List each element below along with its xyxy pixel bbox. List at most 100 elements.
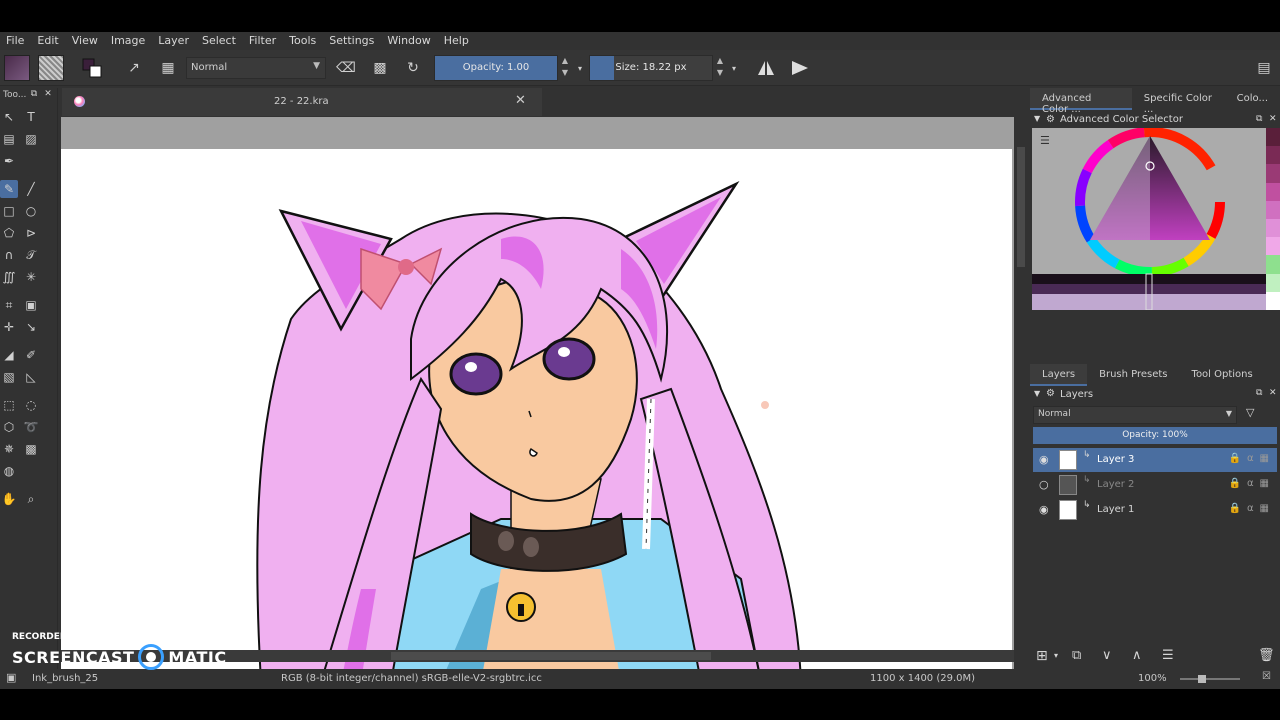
crop-tool-icon[interactable]: ⌗ (0, 296, 18, 314)
workspace-icon[interactable]: ▤ (1252, 56, 1276, 80)
mirror-vertical-icon[interactable] (788, 56, 812, 80)
horizontal-scroll-thumb[interactable] (391, 652, 711, 660)
color-dock-float-icon[interactable]: ⧉ (1256, 114, 1262, 124)
layer-blend-select[interactable]: Normal ▼ (1033, 406, 1237, 424)
vertical-scrollbar[interactable] (1014, 117, 1028, 682)
measure-tool-icon[interactable]: ◺ (22, 368, 40, 386)
menu-select[interactable]: Select (202, 34, 236, 47)
vertical-scroll-thumb[interactable] (1017, 147, 1025, 267)
mirror-horizontal-icon[interactable] (754, 56, 778, 80)
fg-bg-color-icon[interactable] (80, 56, 104, 80)
similar-select-icon[interactable]: ▩ (22, 440, 40, 458)
layer-row-3[interactable]: ◉ ↳ Layer 3 🔒α▦ (1033, 448, 1277, 472)
canvas-area[interactable] (61, 117, 1014, 682)
multibrush-icon[interactable]: ✳ (22, 268, 40, 286)
zoom-slider[interactable] (1180, 678, 1240, 680)
visibility-eye-icon[interactable]: ◉ (1039, 503, 1049, 516)
add-layer-menu-icon[interactable]: ▾ (1054, 651, 1058, 660)
dock-close-icon[interactable]: ✕ (42, 88, 54, 100)
eraser-icon[interactable]: ⌫ (334, 56, 358, 80)
status-close-icon[interactable]: ☒ (1262, 671, 1271, 682)
pattern-swatch[interactable] (38, 55, 64, 81)
layer-row-2[interactable]: ○ ↳ Layer 2 🔒α▦ (1033, 473, 1277, 497)
opacity-slider[interactable]: Opacity: 1.00 (434, 55, 558, 81)
menu-settings[interactable]: Settings (329, 34, 374, 47)
dock-float-icon[interactable]: ⧉ (28, 88, 40, 100)
layer-properties-icon[interactable]: ☰ (1162, 648, 1174, 663)
layer-row-1[interactable]: ◉ ↳ Layer 1 🔒α▦ (1033, 498, 1277, 522)
calligraphy-icon[interactable]: ✒ (0, 152, 18, 170)
assistant-tool-icon[interactable]: ↘ (22, 318, 40, 336)
palette-swatch[interactable] (1266, 273, 1280, 292)
menu-file[interactable]: File (6, 34, 24, 47)
color-dock-close-icon[interactable]: ✕ (1269, 114, 1277, 124)
ellipse-select-icon[interactable]: ◌ (22, 396, 40, 414)
palette-swatch[interactable] (1266, 146, 1280, 165)
menu-filter[interactable]: Filter (249, 34, 276, 47)
collapse-icon[interactable]: ▼ (1034, 114, 1040, 123)
polygon-tool-icon[interactable]: ⬠ (0, 224, 18, 242)
fill-tool-icon[interactable]: ◢ (0, 346, 18, 364)
menu-image[interactable]: Image (111, 34, 145, 47)
select-shapes-icon[interactable]: ↖ (0, 108, 18, 126)
color-picker-icon[interactable]: ✐ (22, 346, 40, 364)
color-config-icon[interactable]: ☰ (1040, 134, 1054, 148)
size-slider[interactable]: Size: 18.22 px (589, 55, 713, 81)
polyline-tool-icon[interactable]: ⊳ (22, 224, 40, 242)
zoom-slider-handle[interactable] (1198, 675, 1206, 683)
size-menu-icon[interactable]: ▾ (722, 56, 746, 80)
layer-filter-icon[interactable]: ▽ (1246, 406, 1254, 419)
reload-preset-icon[interactable]: ↻ (401, 56, 425, 80)
palette-swatch[interactable] (1266, 128, 1280, 147)
layer-lock-icons[interactable]: 🔒α▦ (1229, 453, 1276, 464)
bezier-select-icon[interactable]: ◍ (0, 462, 18, 480)
palette-swatch[interactable] (1266, 182, 1280, 201)
palette-swatch[interactable] (1266, 164, 1280, 183)
text-tool-icon[interactable]: T (22, 108, 40, 126)
palette-swatch[interactable] (1266, 291, 1280, 310)
menu-layer[interactable]: Layer (158, 34, 189, 47)
grid-icon[interactable]: ▦ (156, 56, 180, 80)
edit-shapes-icon[interactable]: ▤ (0, 130, 18, 148)
menu-tools[interactable]: Tools (289, 34, 316, 47)
layer-lock-icons[interactable]: 🔒α▦ (1229, 478, 1276, 489)
zoom-tool-icon[interactable]: ⌕ (22, 490, 40, 508)
palette-swatch[interactable] (1266, 237, 1280, 256)
gradient-swatch[interactable] (4, 55, 30, 81)
menu-help[interactable]: Help (444, 34, 469, 47)
move-layer-up-icon[interactable]: ∧ (1132, 648, 1142, 663)
tab-layers[interactable]: Layers (1030, 364, 1088, 386)
tab-brush-presets[interactable]: Brush Presets (1087, 364, 1179, 386)
layers-settings-icon[interactable]: ⚙ (1046, 388, 1055, 399)
move-layer-down-icon[interactable]: ∨ (1102, 648, 1112, 663)
freehand-brush-icon[interactable]: ✎ (0, 180, 18, 198)
close-document-icon[interactable]: ✕ (515, 93, 526, 108)
move-tool-icon[interactable]: ✛ (0, 318, 18, 336)
color-wheel[interactable] (1032, 127, 1266, 311)
menu-window[interactable]: Window (387, 34, 430, 47)
magic-wand-icon[interactable]: ✵ (0, 440, 18, 458)
tab-color-more[interactable]: Colo... (1225, 88, 1280, 110)
document-tab[interactable]: 22 - 22.kra ✕ (62, 88, 542, 116)
ellipse-tool-icon[interactable]: ○ (22, 202, 40, 220)
tab-advanced-color[interactable]: Advanced Color ... (1030, 88, 1132, 115)
menu-edit[interactable]: Edit (37, 34, 58, 47)
tab-tool-options[interactable]: Tool Options (1180, 364, 1265, 386)
rectangle-tool-icon[interactable]: □ (0, 202, 18, 220)
tab-specific-color[interactable]: Specific Color ... (1132, 88, 1225, 115)
palette-swatch[interactable] (1266, 200, 1280, 219)
layer-lock-icons[interactable]: 🔒α▦ (1229, 503, 1276, 514)
freehand-select-icon[interactable]: ➰ (22, 418, 40, 436)
duplicate-layer-icon[interactable]: ⧉ (1072, 648, 1081, 663)
color-selector[interactable]: ☰ (1032, 127, 1266, 311)
palette-swatch[interactable] (1266, 255, 1280, 274)
layers-close-icon[interactable]: ✕ (1269, 388, 1277, 398)
dynamic-brush-icon[interactable]: ∭ (0, 268, 18, 286)
gradient-tool-icon[interactable]: ▧ (0, 368, 18, 386)
pattern-tool-icon[interactable]: ▨ (22, 130, 40, 148)
visibility-hidden-icon[interactable]: ○ (1039, 478, 1049, 491)
polygon-select-icon[interactable]: ⬡ (0, 418, 18, 436)
brush-status-icon[interactable]: ▣ (6, 671, 16, 684)
layers-collapse-icon[interactable]: ▼ (1034, 389, 1040, 398)
blend-mode-select[interactable]: Normal ▼ (186, 57, 326, 79)
